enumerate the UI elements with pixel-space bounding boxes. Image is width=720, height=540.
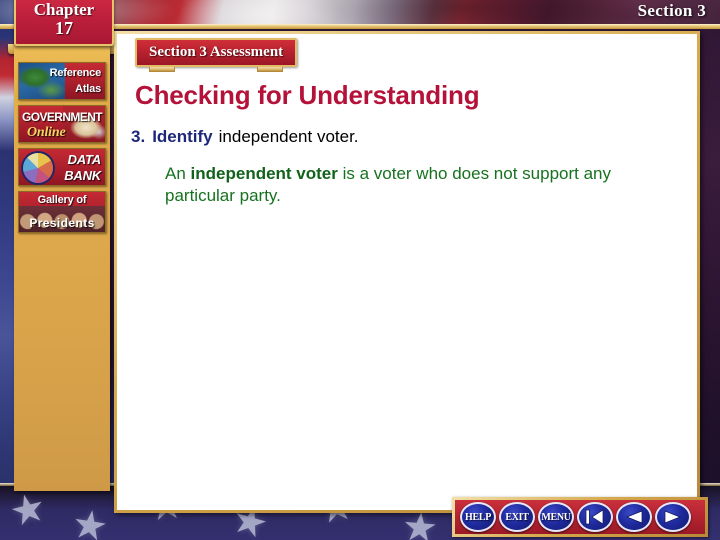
sidebar-item-label: Atlas: [75, 83, 101, 95]
question-prompt: independent voter.: [218, 127, 359, 146]
banner-tab-left: [149, 67, 175, 72]
sidebar-item-label: Presidents: [29, 216, 95, 230]
pie-chart-icon: [23, 153, 53, 183]
slide-canvas: ★ ★ ★ ★ ★ ★ Chapter 17 Section 3 Referen…: [0, 0, 720, 540]
sidebar-item-reference-atlas[interactable]: Reference Atlas: [18, 62, 106, 100]
page-title: Checking for Understanding: [135, 80, 480, 110]
banner-tab-right: [257, 67, 284, 72]
content-panel: Section 3 Assessment Checking for Unders…: [114, 31, 700, 513]
next-arrow-icon: [664, 510, 681, 524]
sidebar-item-gallery-of-presidents[interactable]: Gallery of Presidents: [18, 191, 106, 233]
exit-button[interactable]: EXIT: [499, 502, 535, 532]
answer-term: independent voter: [190, 164, 338, 183]
next-slide-button[interactable]: [655, 502, 691, 532]
sidebar-item-label: Gallery of: [37, 194, 87, 206]
star-icon: ★: [68, 501, 112, 540]
previous-arrow-icon: [626, 510, 643, 524]
sidebar-item-data-bank[interactable]: DATA BANK: [18, 148, 106, 186]
sidebar-item-label: Reference: [49, 67, 102, 79]
assessment-banner-label: Section 3 Assessment: [149, 44, 284, 60]
sidebar-item-label: GOVERNMENT: [22, 110, 103, 124]
assessment-banner: Section 3 Assessment: [135, 38, 298, 73]
star-icon: ★: [5, 484, 51, 536]
section-title: Section 3: [637, 1, 706, 20]
menu-button-label: MENU: [541, 511, 571, 523]
answer-text: An independent voter is a voter who does…: [165, 163, 679, 207]
sidebar-item-label: DATA: [67, 152, 102, 167]
question-block: 3. Identify independent voter. An independ…: [131, 126, 679, 207]
question-verb: Identify: [152, 127, 213, 146]
help-button[interactable]: HELP: [460, 502, 496, 532]
navigation-bar: HELP EXIT MENU: [452, 497, 708, 537]
assessment-banner-plate: Section 3 Assessment: [135, 38, 298, 67]
answer-prefix: An: [165, 164, 191, 183]
first-slide-button[interactable]: [577, 502, 613, 532]
help-button-label: HELP: [464, 511, 492, 523]
question-number: 3.: [131, 127, 146, 146]
first-slide-arrow-icon: [585, 509, 604, 525]
previous-slide-button[interactable]: [616, 502, 652, 532]
chapter-tab[interactable]: Chapter 17: [14, 0, 114, 46]
menu-button[interactable]: MENU: [538, 502, 574, 532]
sidebar-panel: Reference Atlas GOVERNMENT Online DATA B…: [14, 44, 110, 491]
chapter-number: 17: [55, 18, 73, 38]
sidebar-item-label: Online: [27, 125, 66, 140]
assessment-banner-tabs: [135, 67, 297, 73]
question-line: 3. Identify independent voter.: [131, 126, 679, 148]
sidebar-item-government-online[interactable]: GOVERNMENT Online: [18, 105, 106, 143]
chapter-label: Chapter: [33, 0, 95, 19]
sidebar-item-label: BANK: [64, 168, 101, 183]
exit-button-label: EXIT: [505, 511, 529, 523]
